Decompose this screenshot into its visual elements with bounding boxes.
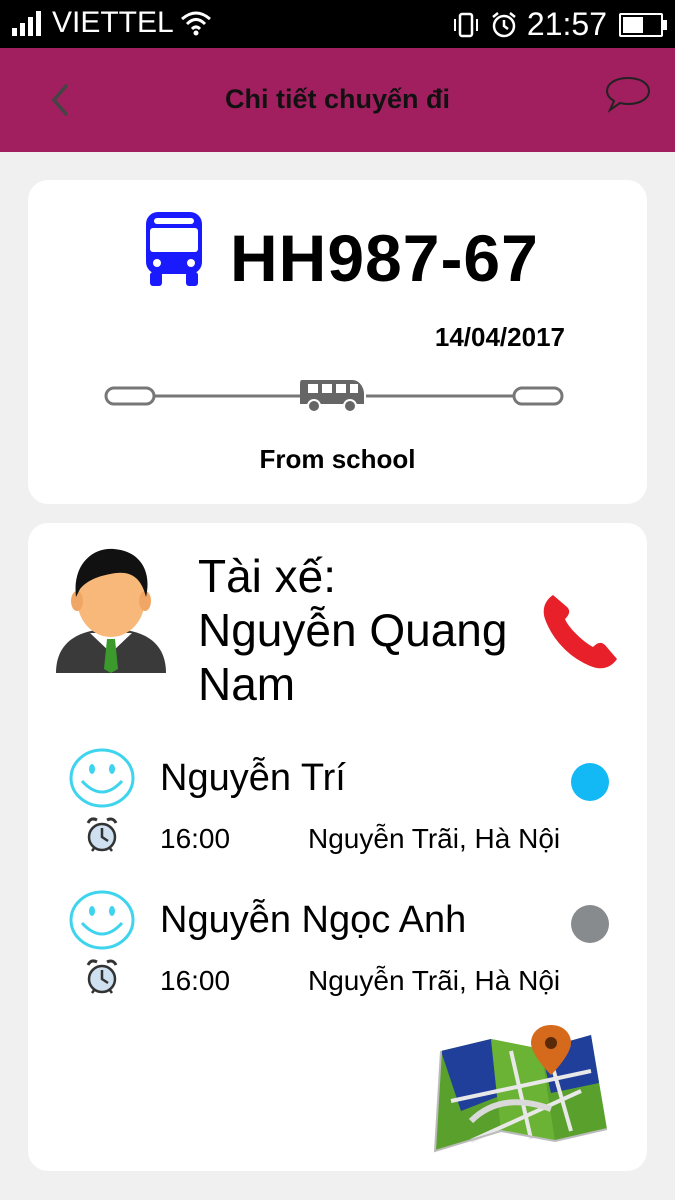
student-status-dot [571,905,609,943]
student-smiley-icon [69,890,135,950]
alarm-clock-icon [86,817,118,852]
status-right: 21:57 [451,6,667,43]
alarm-clock-icon [86,959,118,994]
bus-icon [146,212,202,286]
driver-label: Tài xế: [198,550,337,602]
chat-button[interactable] [605,74,651,114]
status-left: VIETTEL [12,6,212,40]
wifi-icon [180,11,211,36]
trip-date: 14/04/2017 [434,322,565,352]
student-name: Nguyễn Ngọc Anh [160,899,467,941]
clock: 21:57 [526,6,607,42]
trip-direction: From school [259,444,416,474]
pickup-address: Nguyễn Trãi, Hà Nội [308,823,561,854]
bus-plate-number: HH987-67 [230,221,539,295]
student-row[interactable]: Nguyễn Trí 16:00 Nguyễn Trãi, Hà Nội [28,747,647,867]
map-button[interactable] [431,1021,615,1155]
signal-icon [12,10,44,36]
carrier-name: VIETTEL [52,6,174,39]
student-name: Nguyễn Trí [160,757,346,799]
pickup-time: 16:00 [160,965,231,996]
driver-avatar [56,548,166,673]
vibrate-icon [453,12,478,37]
driver-name: Nguyễn Quang Nam [198,604,508,710]
status-bar: VIETTEL 21:57 [0,0,675,48]
student-smiley-icon [69,748,135,808]
pickup-time: 16:00 [160,823,231,854]
battery-level [623,16,643,33]
bus-marker-icon [300,380,364,413]
battery-icon [619,12,667,37]
app-header: Chi tiết chuyến đi [0,48,675,152]
trip-card: HH987-67 14/04/2017 From school [28,180,647,504]
trip-detail-card: Tài xế: Nguyễn Quang Nam Nguyễn Trí 16:0… [28,523,647,1171]
student-status-dot [571,763,609,801]
call-driver-button[interactable] [539,587,623,671]
pickup-address: Nguyễn Trãi, Hà Nội [308,965,561,996]
alarm-status-icon [492,11,516,37]
page-title: Chi tiết chuyến đi [224,84,451,114]
route-progress [104,380,564,413]
student-row[interactable]: Nguyễn Ngọc Anh 16:00 Nguyễn Trãi, Hà Nộ… [28,889,647,1009]
